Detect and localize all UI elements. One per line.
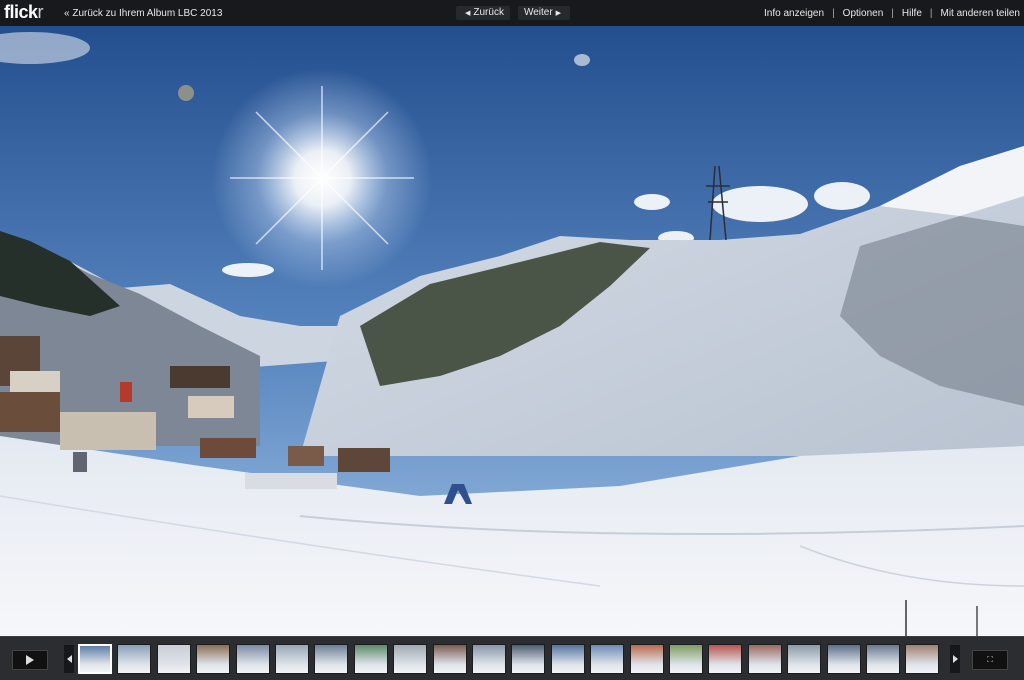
back-to-album-link[interactable]: « Zurück zu Ihrem Album LBC 2013 bbox=[64, 8, 222, 19]
chevron-right-icon bbox=[952, 655, 958, 663]
flickr-logo[interactable]: flickr bbox=[4, 2, 43, 23]
filmstrip-thumbnail[interactable] bbox=[393, 644, 427, 674]
triangle-left-icon: ◀ bbox=[465, 10, 471, 17]
menu-separator: | bbox=[891, 8, 894, 19]
top-menu: Info anzeigen | Optionen | Hilfe | Mit anderen… bbox=[764, 8, 1020, 19]
photo-navigation: ◀ Zurück Weiter ▶ bbox=[456, 6, 578, 20]
menu-separator: | bbox=[929, 8, 933, 19]
filmstrip-thumbnail[interactable] bbox=[354, 644, 388, 674]
filmstrip-thumbnail[interactable] bbox=[866, 644, 900, 674]
filmstrip: ⛶ bbox=[0, 636, 1024, 680]
filmstrip-thumbnail[interactable] bbox=[748, 644, 782, 674]
thumbnail-strip bbox=[78, 644, 946, 674]
filmstrip-thumbnail[interactable] bbox=[472, 644, 506, 674]
filmstrip-thumbnail[interactable] bbox=[157, 644, 191, 674]
filmstrip-thumbnail[interactable] bbox=[236, 644, 270, 674]
next-button[interactable]: Weiter ▶ bbox=[517, 6, 571, 20]
menu-separator: | bbox=[832, 8, 835, 19]
filmstrip-thumbnail[interactable] bbox=[787, 644, 821, 674]
filmstrip-thumbnail[interactable] bbox=[78, 644, 112, 674]
filmstrip-thumbnail[interactable] bbox=[551, 644, 585, 674]
play-icon bbox=[26, 655, 34, 665]
menu-share[interactable]: Mit anderen teilen bbox=[941, 8, 1021, 19]
menu-help[interactable]: Hilfe bbox=[902, 8, 922, 19]
photo-image bbox=[0, 26, 1024, 636]
triangle-right-icon: ▶ bbox=[555, 10, 562, 17]
menu-options[interactable]: Optionen bbox=[843, 8, 884, 19]
filmstrip-thumbnail[interactable] bbox=[196, 644, 230, 674]
slideshow-play-button[interactable] bbox=[12, 650, 48, 670]
menu-info-show[interactable]: Info anzeigen bbox=[764, 8, 824, 19]
previous-button[interactable]: ◀ Zurück bbox=[456, 6, 510, 20]
filmstrip-thumbnail[interactable] bbox=[433, 644, 467, 674]
filmstrip-prev-button[interactable] bbox=[64, 645, 74, 673]
fullscreen-icon: ⛶ bbox=[987, 655, 993, 664]
filmstrip-next-button[interactable] bbox=[950, 645, 960, 673]
filmstrip-thumbnail[interactable] bbox=[117, 644, 151, 674]
filmstrip-thumbnail[interactable] bbox=[669, 644, 703, 674]
chevron-left-icon bbox=[66, 655, 72, 663]
top-bar: flickr « Zurück zu Ihrem Album LBC 2013 … bbox=[0, 0, 1024, 26]
filmstrip-thumbnail[interactable] bbox=[275, 644, 309, 674]
filmstrip-thumbnail[interactable] bbox=[314, 644, 348, 674]
filmstrip-thumbnail[interactable] bbox=[630, 644, 664, 674]
filmstrip-thumbnail[interactable] bbox=[590, 644, 624, 674]
filmstrip-thumbnail[interactable] bbox=[708, 644, 742, 674]
main-photo[interactable] bbox=[0, 26, 1024, 636]
fullscreen-button[interactable]: ⛶ bbox=[972, 650, 1008, 670]
filmstrip-thumbnail[interactable] bbox=[827, 644, 861, 674]
filmstrip-thumbnail[interactable] bbox=[511, 644, 545, 674]
filmstrip-thumbnail[interactable] bbox=[905, 644, 939, 674]
